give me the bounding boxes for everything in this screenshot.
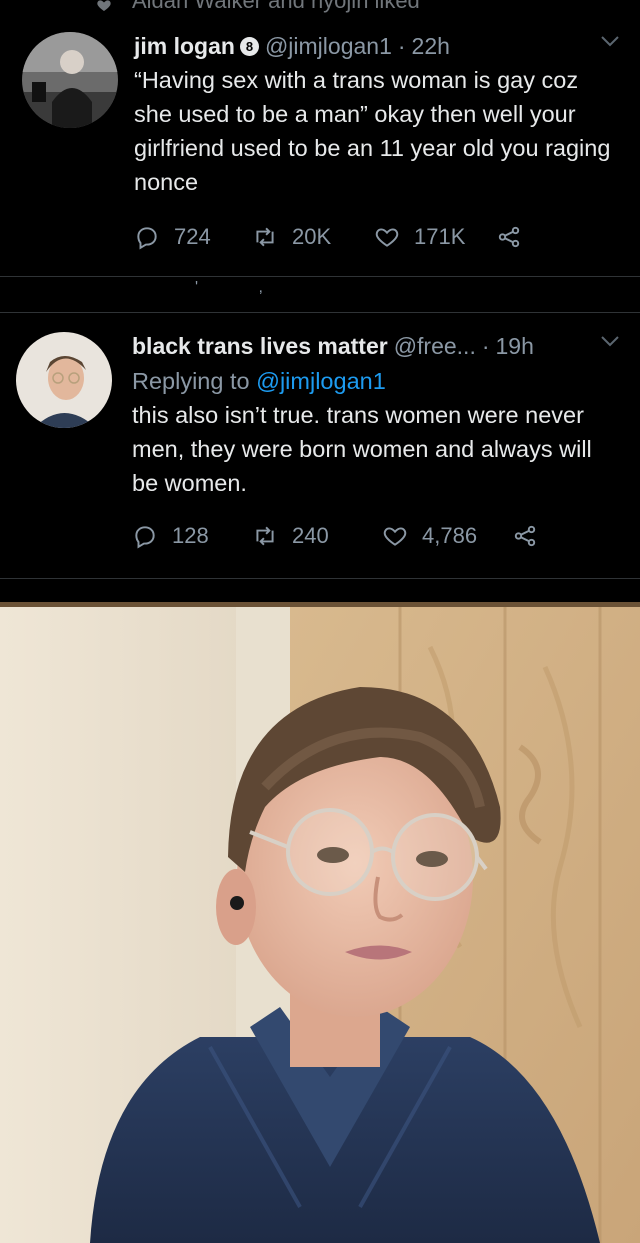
like-icon [383, 527, 407, 546]
social-context-text: Aidan Walker and nyojin liked [132, 0, 420, 13]
tweet[interactable]: black trans lives matter @free... · 19h … [0, 330, 640, 574]
chevron-down-icon[interactable] [600, 334, 620, 348]
retweet-icon [256, 227, 274, 247]
like-button[interactable]: 4,786 [382, 523, 512, 549]
reply-button[interactable]: 724 [134, 224, 252, 250]
reply-icon [137, 227, 157, 250]
share-button[interactable] [496, 224, 522, 250]
like-icon [375, 228, 399, 247]
portrait-photo [0, 607, 640, 1243]
reply-button[interactable]: 128 [132, 523, 252, 549]
retweet-button[interactable]: 240 [252, 523, 382, 549]
retweet-count: 20K [292, 224, 332, 249]
tweet-actions: 724 20K 171K [134, 219, 622, 255]
reply-icon [135, 526, 155, 549]
author-handle[interactable]: @jimjlogan1 [265, 33, 392, 60]
tweet[interactable]: jim logan 8 @jimjlogan1 · 22h “Having se… [0, 30, 640, 276]
reply-count: 724 [174, 224, 211, 249]
divider [0, 276, 640, 277]
tweet-time[interactable]: 19h [496, 333, 534, 360]
tweet-header: jim logan 8 @jimjlogan1 · 22h [134, 32, 450, 60]
reply-mention-link[interactable]: @jimjlogan1 [256, 368, 386, 394]
tweet-header: black trans lives matter @free... · 19h [132, 332, 534, 360]
divider [0, 578, 640, 579]
avatar[interactable] [22, 32, 118, 128]
partial-text: ' , [195, 279, 291, 296]
replying-to: Replying to @jimjlogan1 [132, 368, 386, 394]
like-count: 171K [414, 224, 466, 249]
divider [0, 312, 640, 313]
share-icon [498, 226, 520, 248]
chevron-down-icon[interactable] [600, 34, 620, 48]
author-name[interactable]: jim logan [134, 33, 235, 60]
share-icon [514, 525, 536, 547]
twitter-screenshot: Aidan Walker and nyojin liked jim logan … [0, 0, 640, 606]
account-badge: 8 [239, 36, 259, 56]
tweet-actions: 128 240 4,786 [132, 518, 622, 554]
tweet-time[interactable]: 22h [412, 33, 450, 60]
tweet-text: “Having sex with a trans woman is gay co… [134, 67, 611, 195]
avatar[interactable] [16, 332, 112, 428]
tweet-text: this also isn’t true. trans women were n… [132, 402, 592, 496]
author-handle[interactable]: @free... [394, 333, 476, 360]
reply-count: 128 [172, 523, 209, 548]
retweet-count: 240 [292, 523, 329, 548]
retweet-button[interactable]: 20K [252, 224, 374, 250]
retweet-icon [256, 526, 274, 546]
heart-icon [96, 0, 112, 12]
like-button[interactable]: 171K [374, 224, 496, 250]
social-context: Aidan Walker and nyojin liked [96, 0, 420, 16]
share-button[interactable] [512, 523, 538, 549]
author-name[interactable]: black trans lives matter [132, 333, 388, 360]
like-count: 4,786 [422, 523, 478, 548]
